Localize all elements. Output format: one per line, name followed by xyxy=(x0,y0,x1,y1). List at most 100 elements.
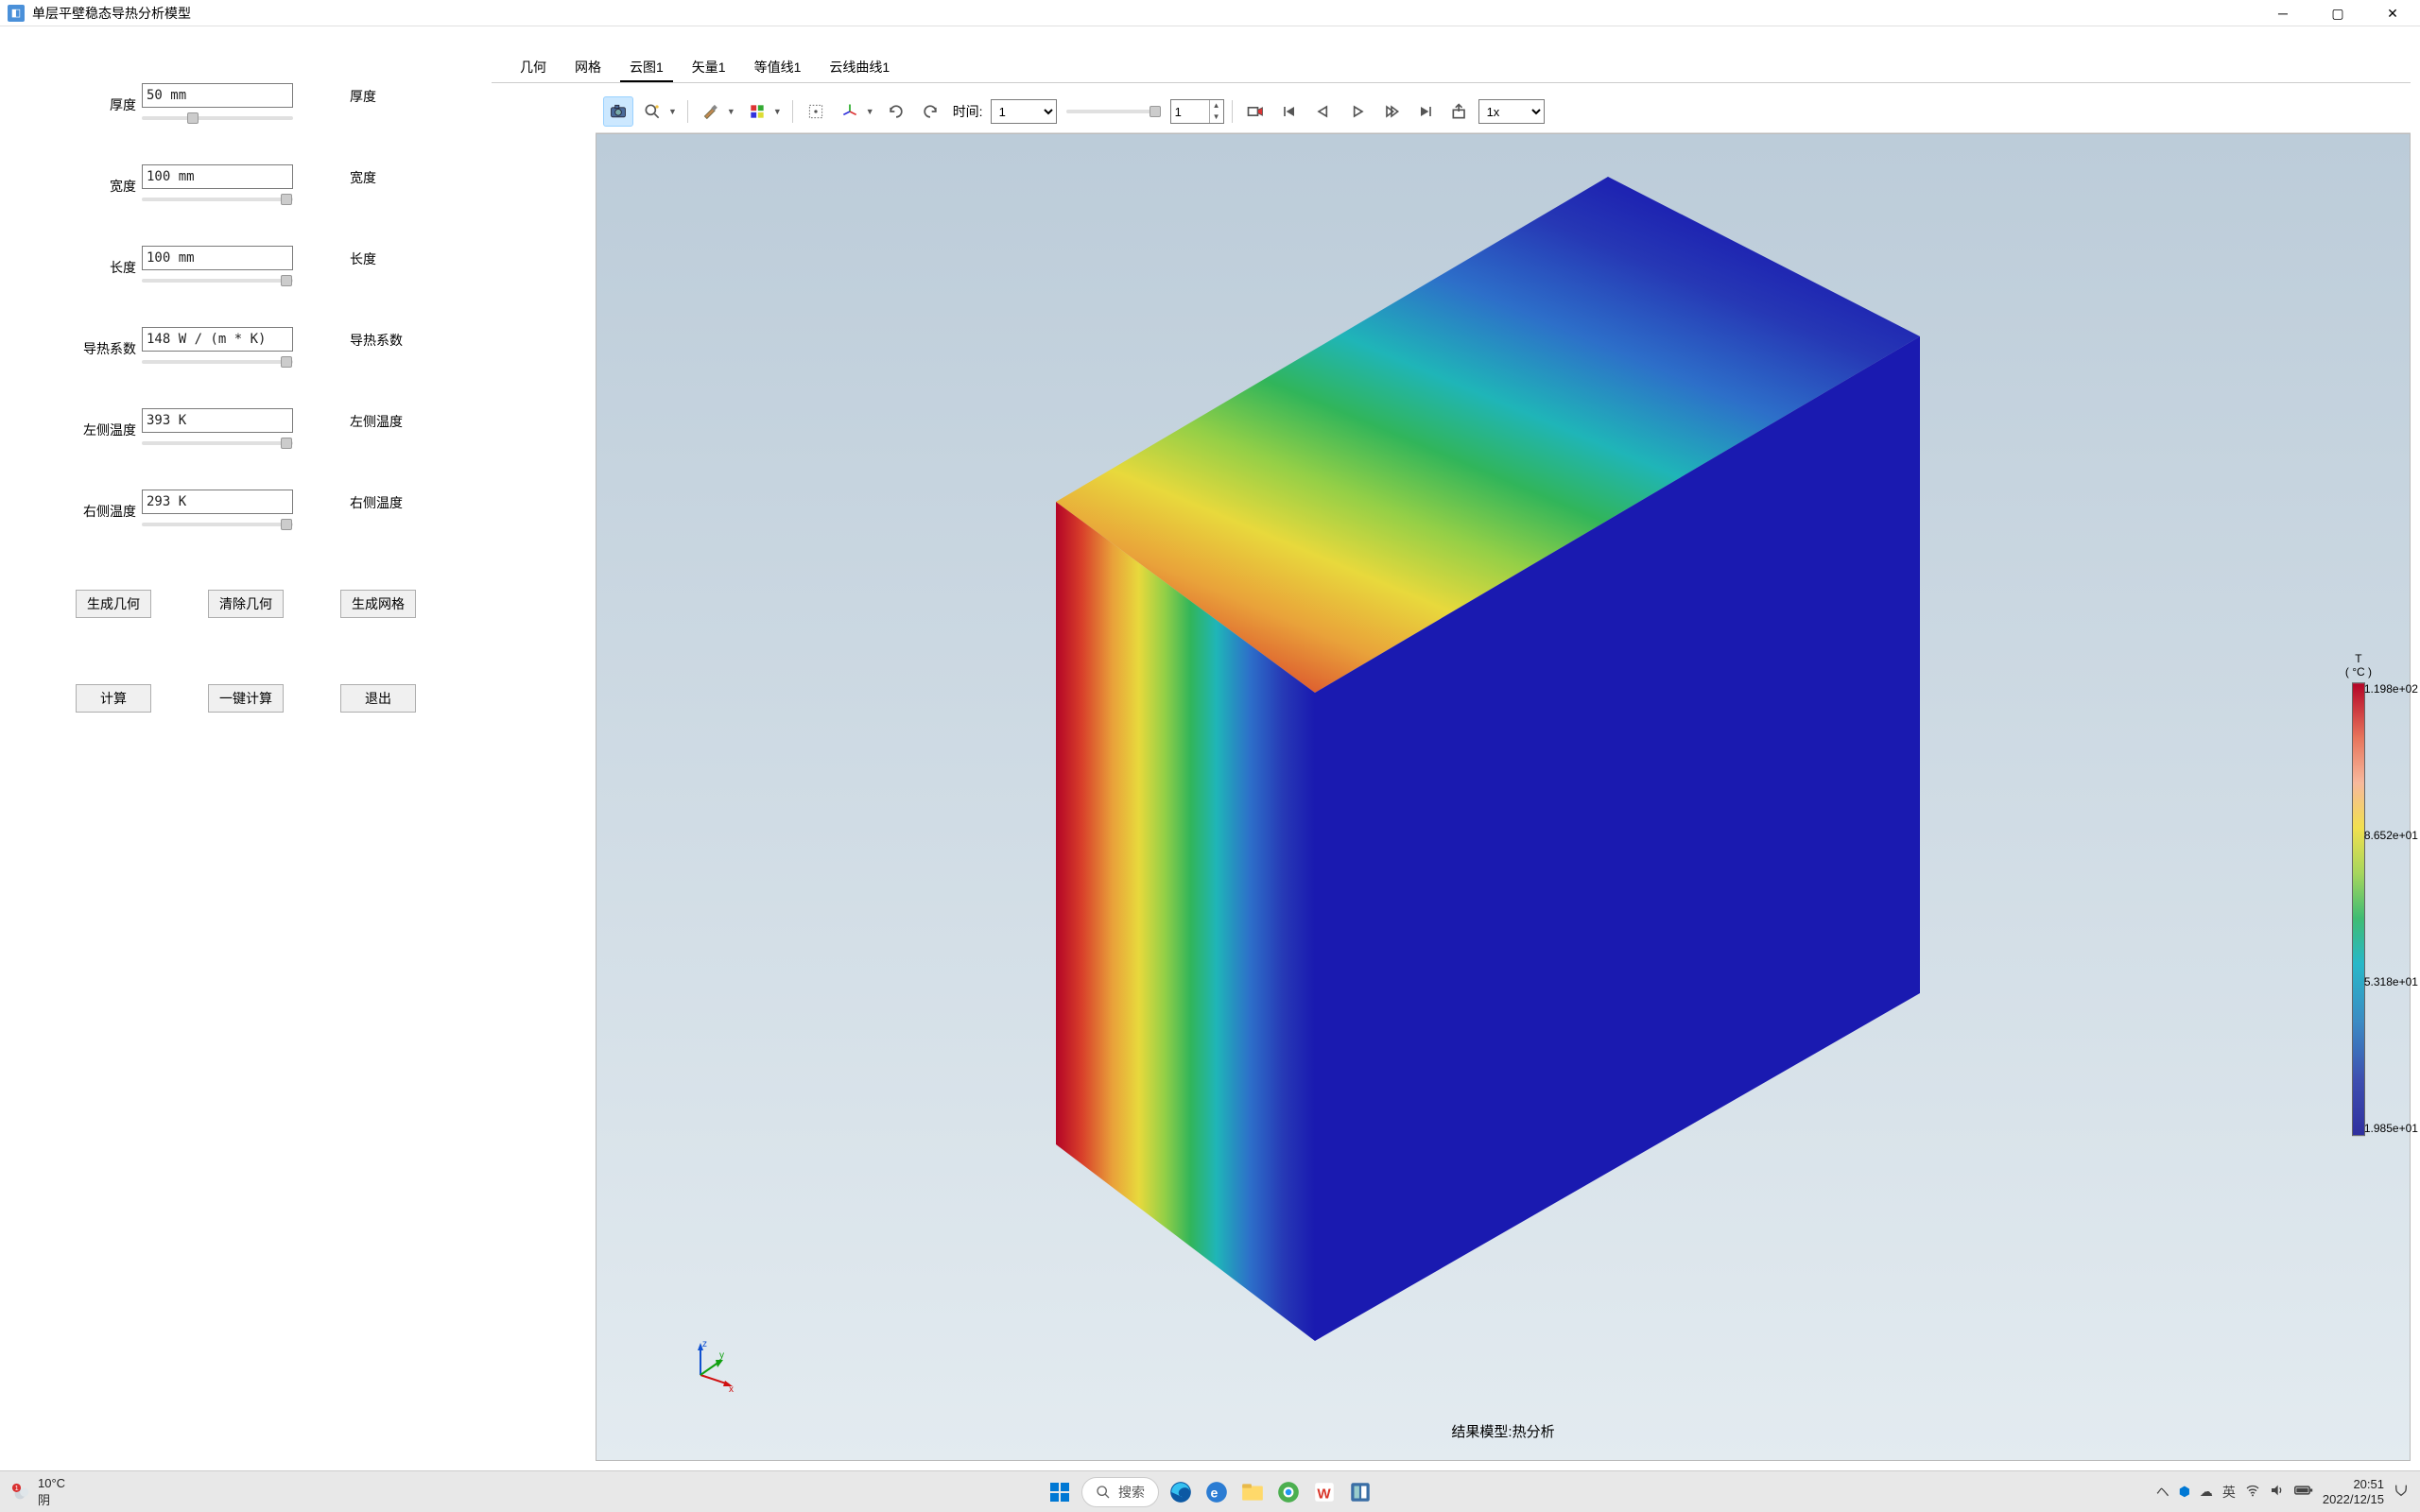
tray-overflow-icon[interactable]: ヘ xyxy=(2156,1483,2169,1502)
tray-clock[interactable]: 20:51 2022/12/15 xyxy=(2323,1477,2384,1506)
windows-taskbar: 1 10°C 阴 搜索 e W ヘ ⬢ ☁ 英 xyxy=(0,1470,2420,1512)
tab[interactable]: 矢量1 xyxy=(683,54,735,82)
colorbar-label-max: 1.198e+02 xyxy=(2364,682,2418,696)
brush-icon[interactable] xyxy=(696,96,726,127)
time-select[interactable]: 1 xyxy=(991,99,1057,124)
axis-icon[interactable] xyxy=(835,96,865,127)
tab[interactable]: 网格 xyxy=(565,54,611,82)
step-forward-icon[interactable] xyxy=(1376,96,1407,127)
param-row-5: 右侧温度 右侧温度 xyxy=(76,490,454,533)
action-button[interactable]: 一键计算 xyxy=(208,684,284,713)
start-button[interactable] xyxy=(1046,1478,1074,1506)
viewport[interactable]: z x y 结果模型:热分析 T ( °C ) xyxy=(596,133,2411,1461)
svg-text:1: 1 xyxy=(15,1484,19,1492)
step-back-icon[interactable] xyxy=(1308,96,1339,127)
export-icon[interactable] xyxy=(1444,96,1475,127)
param-label-left: 右侧温度 xyxy=(76,502,142,521)
frame-down[interactable]: ▼ xyxy=(1210,112,1223,123)
brush-dropdown-caret[interactable]: ▼ xyxy=(724,107,738,116)
tray-volume-icon[interactable] xyxy=(2270,1483,2285,1501)
axis-dropdown-caret[interactable]: ▼ xyxy=(863,107,877,116)
tray-bluetooth-icon[interactable]: ⬢ xyxy=(2179,1484,2190,1500)
action-button[interactable]: 清除几何 xyxy=(208,590,284,618)
cube-color-icon[interactable] xyxy=(742,96,772,127)
grid-select-icon[interactable] xyxy=(801,96,831,127)
param-label-right: 宽度 xyxy=(293,164,406,187)
param-input[interactable] xyxy=(142,408,293,433)
tab[interactable]: 等值线1 xyxy=(745,54,811,82)
param-input[interactable] xyxy=(142,246,293,270)
param-input[interactable] xyxy=(142,490,293,514)
svg-text:W: W xyxy=(1317,1486,1331,1502)
minimize-button[interactable]: ─ xyxy=(2256,0,2310,26)
frame-up[interactable]: ▲ xyxy=(1210,100,1223,112)
param-input[interactable] xyxy=(142,83,293,108)
param-input[interactable] xyxy=(142,164,293,189)
svg-text:z: z xyxy=(702,1339,707,1349)
colorbar-unit: ( °C ) xyxy=(2345,665,2372,679)
action-button[interactable]: 计算 xyxy=(76,684,151,713)
temperature-colorbar: T ( °C ) 1.198e+02 8.652e+01 5.318e+01 1… xyxy=(2345,652,2372,1137)
param-slider[interactable] xyxy=(142,272,293,289)
skip-last-icon[interactable] xyxy=(1410,96,1441,127)
param-row-1: 宽度 宽度 xyxy=(76,164,454,208)
param-slider[interactable] xyxy=(142,110,293,127)
rotate-cw-icon[interactable] xyxy=(915,96,945,127)
weather-desc: 阴 xyxy=(38,1490,65,1508)
param-slider[interactable] xyxy=(142,435,293,452)
time-slider[interactable] xyxy=(1066,103,1161,120)
camera-icon[interactable] xyxy=(603,96,633,127)
tab[interactable]: 云线曲线1 xyxy=(820,54,899,82)
skip-first-icon[interactable] xyxy=(1274,96,1305,127)
taskbar-edge-icon[interactable] xyxy=(1167,1478,1195,1506)
taskbar-weather[interactable]: 1 10°C 阴 xyxy=(11,1476,65,1508)
param-slider[interactable] xyxy=(142,516,293,533)
action-buttons-row-1: 生成几何 清除几何 生成网格 xyxy=(76,590,454,618)
taskbar-edge-legacy-icon[interactable]: e xyxy=(1202,1478,1231,1506)
time-label: 时间: xyxy=(953,102,983,121)
zoom-icon[interactable] xyxy=(637,96,667,127)
param-label-right: 厚度 xyxy=(293,83,406,106)
tab[interactable]: 云图1 xyxy=(620,54,673,82)
zoom-dropdown-caret[interactable]: ▼ xyxy=(666,107,680,116)
tray-battery-icon[interactable] xyxy=(2294,1484,2313,1500)
param-input[interactable] xyxy=(142,327,293,352)
frame-spinner[interactable]: ▲▼ xyxy=(1170,99,1224,124)
action-button[interactable]: 生成几何 xyxy=(76,590,151,618)
weather-temp: 10°C xyxy=(38,1476,65,1490)
result-title: 结果模型:热分析 xyxy=(1451,1421,1554,1441)
taskbar-thisapp-icon[interactable] xyxy=(1346,1478,1374,1506)
param-label-left: 宽度 xyxy=(76,177,142,196)
action-button[interactable]: 生成网格 xyxy=(340,590,416,618)
window-title: 单层平壁稳态导热分析模型 xyxy=(32,4,191,23)
tray-ime-icon[interactable]: 英 xyxy=(2222,1483,2236,1502)
taskbar-wps-icon[interactable]: W xyxy=(1310,1478,1339,1506)
record-icon[interactable] xyxy=(1240,96,1270,127)
tray-notifications-icon[interactable] xyxy=(2394,1483,2409,1501)
speed-select[interactable]: 1x xyxy=(1478,99,1545,124)
tray-wifi-icon[interactable] xyxy=(2245,1483,2260,1501)
svg-text:x: x xyxy=(729,1384,734,1394)
play-icon[interactable] xyxy=(1342,96,1373,127)
close-button[interactable]: ✕ xyxy=(2365,0,2420,26)
rotate-ccw-icon[interactable] xyxy=(881,96,911,127)
cube-dropdown-caret[interactable]: ▼ xyxy=(770,107,785,116)
param-label-left: 左侧温度 xyxy=(76,421,142,439)
param-label-right: 右侧温度 xyxy=(293,490,406,512)
taskbar-search[interactable]: 搜索 xyxy=(1081,1477,1159,1507)
param-row-4: 左侧温度 左侧温度 xyxy=(76,408,454,452)
maximize-button[interactable]: ▢ xyxy=(2310,0,2365,26)
result-area: 几何网格云图1 矢量1 等值线1 云线曲线1 ▼ ▼ xyxy=(492,26,2420,1470)
param-row-3: 导热系数 导热系数 xyxy=(76,327,454,370)
taskbar-chrome-icon[interactable] xyxy=(1274,1478,1303,1506)
param-slider[interactable] xyxy=(142,191,293,208)
tab[interactable]: 几何 xyxy=(510,54,556,82)
clock-date: 2022/12/15 xyxy=(2323,1492,2384,1507)
search-placeholder: 搜索 xyxy=(1118,1483,1145,1502)
colorbar-label-2: 8.652e+01 xyxy=(2364,829,2418,842)
frame-value-input[interactable] xyxy=(1171,100,1209,123)
param-slider[interactable] xyxy=(142,353,293,370)
action-button[interactable]: 退出 xyxy=(340,684,416,713)
tray-onedrive-icon[interactable]: ☁ xyxy=(2200,1484,2213,1500)
taskbar-explorer-icon[interactable] xyxy=(1238,1478,1267,1506)
